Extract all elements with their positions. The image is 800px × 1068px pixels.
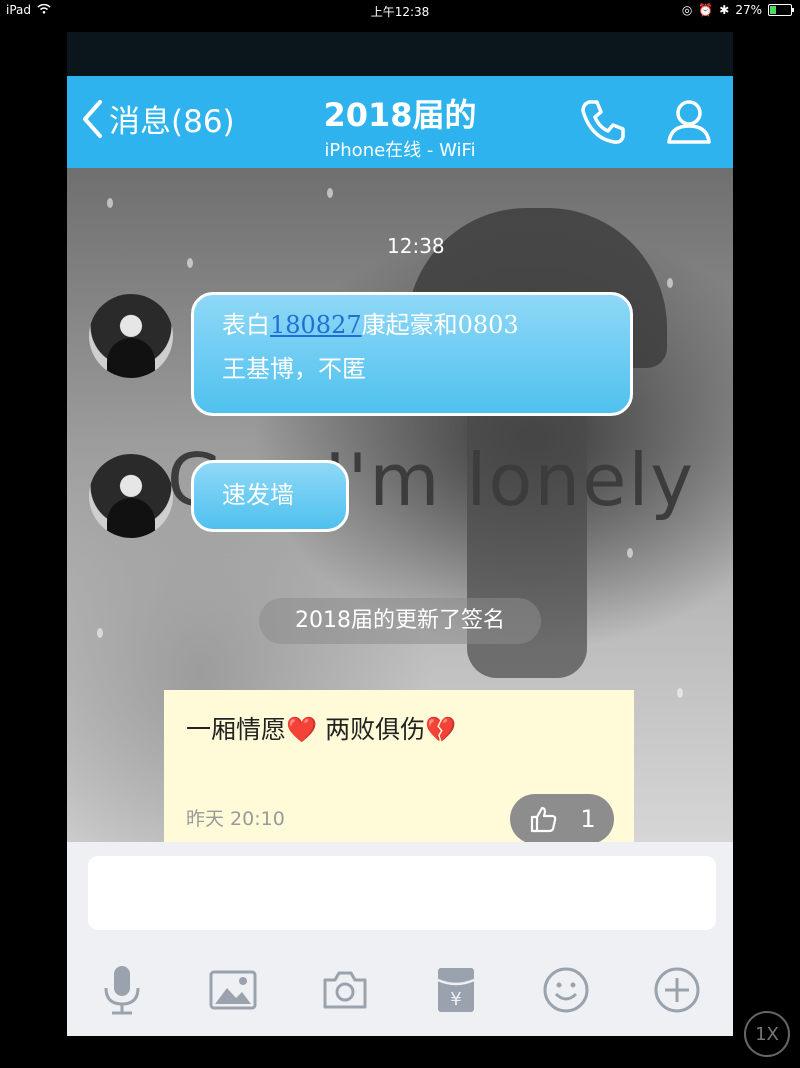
message-number-link[interactable]: 180827 — [270, 311, 362, 339]
message-text: 康起豪和0803 — [361, 311, 519, 339]
like-button[interactable]: 1 — [510, 794, 614, 842]
signature-card[interactable]: 一厢情愿❤️ 两败俱伤💔 昨天 20:10 1 — [164, 690, 634, 842]
message-text: 速发墙 — [222, 481, 294, 509]
plus-icon — [654, 967, 700, 1013]
system-notice: 2018届的更新了签名 — [259, 598, 541, 644]
navbar: 消息(86) 2018届的 iPhone在线 - WiFi — [67, 76, 733, 168]
zoom-button[interactable]: 1X — [744, 1011, 790, 1057]
chat-title: 2018届的 — [323, 96, 477, 134]
message-bubble[interactable]: 表白180827康起豪和0803 王基博，不匿 — [191, 292, 633, 416]
chat-area[interactable]: G... I'm lonely 12:38 表白180827康起豪和0803 王… — [67, 168, 733, 842]
orientation-lock-icon: ◎ — [681, 3, 693, 17]
person-icon — [667, 100, 711, 144]
emoji-button[interactable] — [538, 962, 594, 1018]
signature-time: 昨天 20:10 — [186, 808, 285, 830]
chat-app: 消息(86) 2018届的 iPhone在线 - WiFi G... I'm l… — [67, 32, 733, 1036]
message-text: 王基博，不匿 — [222, 355, 366, 383]
camera-icon — [323, 971, 367, 1009]
like-count: 1 — [580, 805, 596, 833]
alarm-icon: ⏰ — [698, 3, 714, 17]
image-icon — [209, 970, 257, 1010]
avatar[interactable] — [89, 454, 173, 538]
status-time: 上午12:38 — [370, 5, 430, 19]
app-top-strip — [67, 32, 733, 76]
profile-button[interactable] — [663, 96, 715, 152]
more-button[interactable] — [649, 962, 705, 1018]
phone-icon — [581, 100, 625, 144]
camera-button[interactable] — [317, 962, 373, 1018]
emoji-icon — [543, 967, 589, 1013]
photo-button[interactable] — [205, 962, 261, 1018]
chat-subtitle: iPhone在线 - WiFi — [324, 140, 476, 161]
toolbar: ¥ — [67, 952, 733, 1022]
voice-button[interactable] — [94, 962, 150, 1018]
message-timestamp: 12:38 — [387, 234, 445, 258]
signature-text: 一厢情愿❤️ 两败俱伤💔 — [186, 715, 457, 744]
red-packet-icon: ¥ — [437, 968, 475, 1012]
message-bubble[interactable]: 速发墙 — [191, 460, 349, 532]
message-input[interactable] — [88, 856, 716, 930]
red-packet-button[interactable]: ¥ — [428, 962, 484, 1018]
message-text: 表白 — [222, 311, 270, 339]
input-bar: ¥ — [67, 842, 733, 1036]
bluetooth-icon: ✱ — [719, 3, 730, 17]
svg-text:¥: ¥ — [450, 989, 461, 1010]
thumbs-up-icon — [531, 806, 557, 833]
microphone-icon — [104, 966, 140, 1015]
call-button[interactable] — [577, 96, 629, 152]
battery-icon — [768, 4, 794, 16]
battery-percent: 27% — [735, 3, 762, 17]
avatar[interactable] — [89, 294, 173, 378]
status-bar: iPad 上午12:38 ◎ ⏰ ✱ 27% — [0, 0, 800, 22]
